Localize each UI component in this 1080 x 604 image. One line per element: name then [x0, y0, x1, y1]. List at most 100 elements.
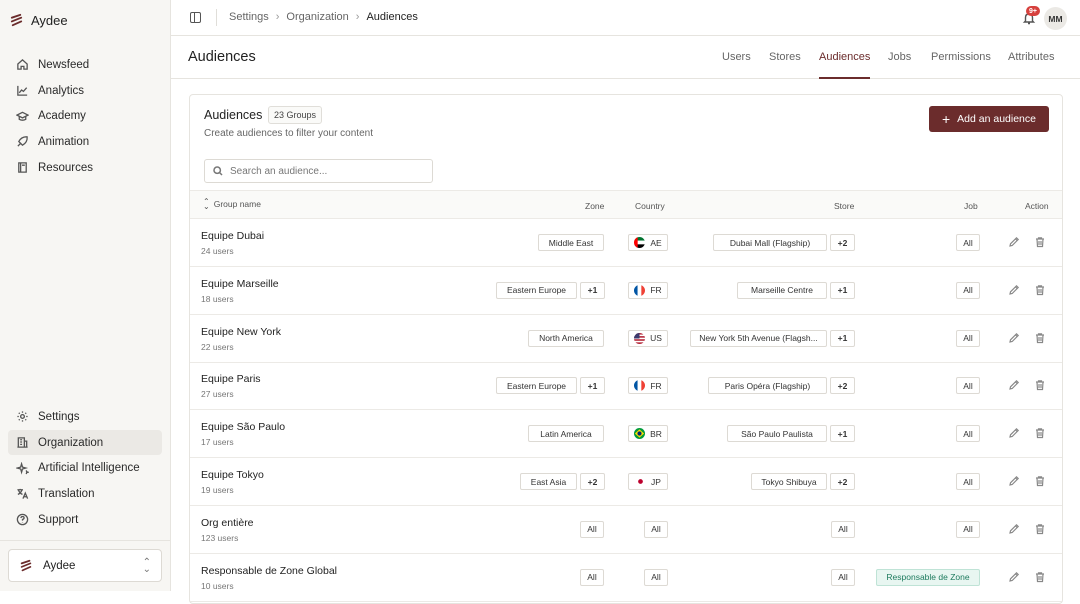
- audiences-card: Audiences 23 Groups Create audiences to …: [189, 94, 1063, 604]
- delete-button[interactable]: [1034, 427, 1046, 439]
- pencil-icon: [1009, 475, 1020, 486]
- table-row[interactable]: Equipe São Paulo 17 users Latin America BR S…: [190, 410, 1062, 459]
- sidebar-item-animation[interactable]: Animation: [8, 129, 162, 155]
- delete-button[interactable]: [1034, 236, 1046, 248]
- table-row[interactable]: Equipe New York 22 users North America US Ne…: [190, 315, 1062, 363]
- card-subtitle: Create audiences to filter your content: [204, 128, 373, 139]
- sidebar-item-support[interactable]: Support: [8, 507, 162, 533]
- table-row[interactable]: Equipe Tokyo 19 users East Asia +2 JP Tokyo S…: [190, 458, 1062, 506]
- zone-chip: East Asia: [520, 473, 577, 490]
- breadcrumb: Settings › Organization › Audiences: [229, 11, 418, 23]
- zone-chip: All: [580, 568, 604, 586]
- edit-button[interactable]: [1008, 475, 1020, 487]
- trash-icon: [1036, 380, 1044, 391]
- brand[interactable]: Aydee: [9, 13, 68, 28]
- sidebar-item-analytics[interactable]: Analytics: [8, 78, 162, 104]
- table-row[interactable]: Equipe Marseille 18 users Eastern Europe +1…: [190, 267, 1062, 315]
- column-action: Action: [1025, 201, 1049, 211]
- zone-chip: Latin America: [528, 425, 604, 443]
- tab-users[interactable]: Users: [722, 51, 751, 79]
- job-chip: All: [956, 329, 980, 347]
- group-user-count: 22 users: [201, 341, 234, 352]
- column-country: Country: [635, 201, 665, 211]
- store-more-chip: +2: [830, 473, 855, 490]
- tab-audiences[interactable]: Audiences: [819, 51, 871, 79]
- tab-jobs[interactable]: Jobs: [888, 51, 911, 79]
- add-audience-button[interactable]: + Add an audience: [929, 106, 1049, 132]
- trash-icon: [1036, 428, 1044, 439]
- table-row[interactable]: Equipe Paris 27 users Eastern Europe +1 FR Pa…: [190, 362, 1062, 411]
- sidebar-item-organization[interactable]: Organization: [8, 429, 162, 456]
- flag-br-icon: [634, 428, 646, 440]
- zone-more-chip: +1: [580, 281, 605, 299]
- table-row[interactable]: Responsable de Zone Global 10 users All All…: [190, 554, 1062, 602]
- edit-button[interactable]: [1008, 427, 1020, 439]
- delete-button[interactable]: [1034, 379, 1046, 391]
- trash-icon: [1036, 523, 1044, 534]
- sidebar-item-translation[interactable]: Translation: [8, 481, 162, 507]
- pencil-icon: [1009, 523, 1020, 534]
- sidebar-item-label: Animation: [38, 135, 90, 148]
- edit-button[interactable]: [1008, 379, 1020, 391]
- breadcrumb-settings[interactable]: Settings: [229, 11, 269, 23]
- column-store: Store: [834, 201, 855, 211]
- tab-attributes[interactable]: Attributes: [1008, 51, 1054, 79]
- pencil-icon: [1009, 236, 1020, 247]
- group-name: Equipe Dubai: [201, 230, 265, 242]
- breadcrumb-organization[interactable]: Organization: [286, 11, 348, 23]
- sidebar-item-label: Academy: [38, 110, 86, 123]
- delete-button[interactable]: [1034, 523, 1046, 535]
- country-code: JP: [651, 476, 661, 487]
- zone-chip: All: [580, 520, 604, 538]
- delete-button[interactable]: [1034, 332, 1046, 344]
- delete-button[interactable]: [1034, 571, 1046, 583]
- group-name: Equipe New York: [201, 325, 281, 338]
- notification-badge: 9+: [1026, 6, 1040, 16]
- sidebar-item-settings[interactable]: Settings: [8, 404, 162, 430]
- store-chip: Paris Opéra (Flagship): [708, 377, 827, 395]
- group-user-count: 18 users: [201, 293, 234, 304]
- home-icon: [17, 59, 28, 71]
- workspace-switcher[interactable]: Aydee ⌃ ⌄: [8, 549, 162, 582]
- column-group-name[interactable]: ⌃ ⌄ Group name: [203, 198, 261, 211]
- avatar[interactable]: MM: [1044, 7, 1067, 30]
- sidebar-item-label: Newsfeed: [38, 58, 90, 71]
- delete-button[interactable]: [1034, 284, 1046, 296]
- flag-fr-icon: [634, 284, 646, 296]
- zone-chip: Eastern Europe: [496, 281, 577, 299]
- table-row[interactable]: Equipe Dubai 24 users Middle East AE Dubai M…: [190, 219, 1062, 267]
- sidebar-item-resources[interactable]: Resources: [8, 155, 162, 181]
- flag-ae-icon: [634, 237, 646, 248]
- delete-button[interactable]: [1034, 475, 1046, 487]
- group-user-count: 19 users: [201, 485, 234, 495]
- tab-permissions[interactable]: Permissions: [931, 51, 991, 79]
- edit-button[interactable]: [1008, 236, 1020, 248]
- country-chip: US: [628, 329, 668, 347]
- zone-more-chip: +2: [580, 473, 605, 490]
- chevron-right-icon: ›: [275, 11, 280, 23]
- edit-button[interactable]: [1008, 571, 1020, 583]
- group-name: Equipe Marseille: [201, 277, 279, 290]
- search-field[interactable]: [204, 159, 433, 183]
- breadcrumb-audiences: Audiences: [366, 11, 418, 23]
- group-user-count: 17 users: [201, 437, 234, 448]
- edit-button[interactable]: [1008, 523, 1020, 535]
- group-name: Org entière: [201, 516, 254, 529]
- group-name: Equipe Tokyo: [201, 469, 264, 481]
- sidebar-item-label: Resources: [38, 161, 93, 174]
- table-row[interactable]: Org entière 123 users All All All All: [190, 506, 1062, 554]
- sidebar-item-academy[interactable]: Academy: [8, 103, 162, 129]
- store-more-chip: +1: [830, 329, 855, 347]
- sidebar-item-artificial-intelligence[interactable]: Artificial Intelligence: [8, 455, 162, 481]
- edit-button[interactable]: [1008, 284, 1020, 296]
- search-input[interactable]: [230, 165, 420, 177]
- sidebar-item-newsfeed[interactable]: Newsfeed: [8, 52, 162, 78]
- store-more-chip: +2: [830, 234, 855, 251]
- graduation-cap-icon: [16, 111, 29, 121]
- sidebar-nav-bottom: Settings Organization Artificial Intelli…: [8, 404, 162, 532]
- country-chip: FR: [628, 281, 668, 299]
- edit-button[interactable]: [1008, 332, 1020, 344]
- sidebar-toggle-icon[interactable]: [190, 12, 201, 23]
- column-zone: Zone: [585, 201, 605, 211]
- tab-stores[interactable]: Stores: [769, 51, 801, 79]
